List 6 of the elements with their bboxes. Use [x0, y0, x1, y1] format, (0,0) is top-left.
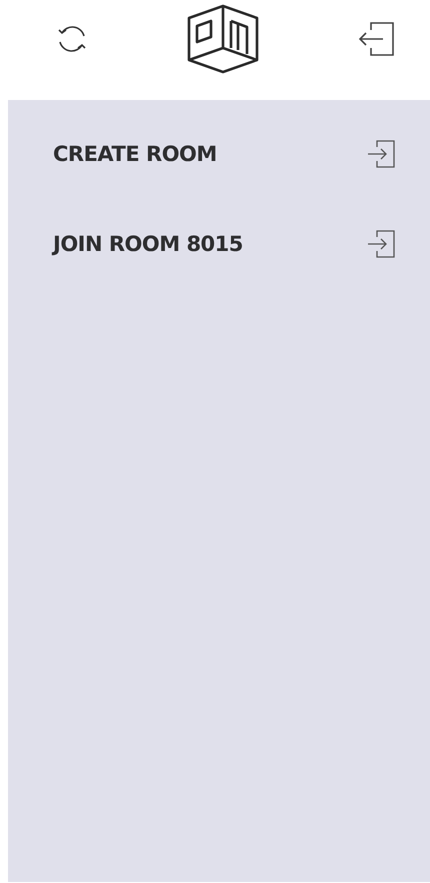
enter-icon[interactable]: [367, 140, 395, 168]
logo-icon: [187, 4, 259, 74]
menu-item[interactable]: JOIN ROOM 8015: [53, 232, 243, 256]
enter-icon[interactable]: [367, 230, 395, 258]
exit-icon[interactable]: [357, 20, 395, 58]
menu-item[interactable]: CREATE ROOM: [53, 142, 217, 166]
